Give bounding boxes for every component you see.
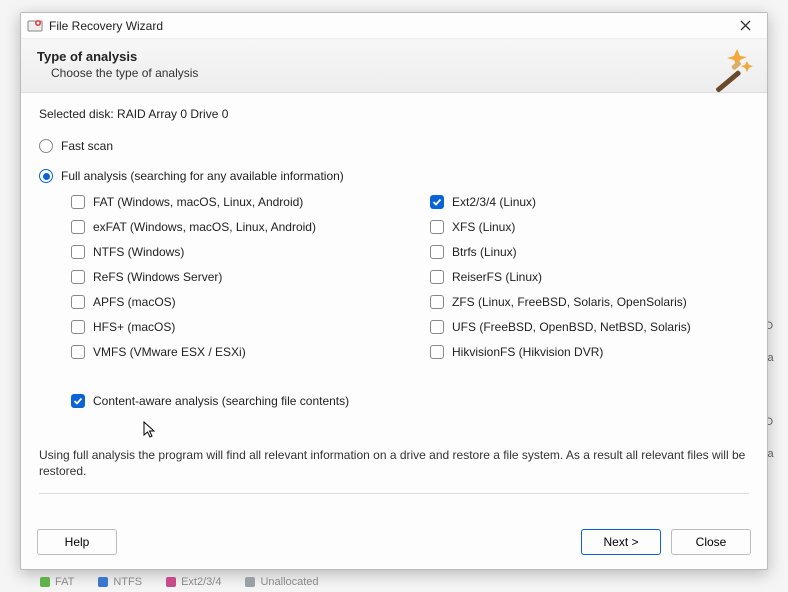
checkbox-fs-right-0[interactable]: Ext2/3/4 (Linux) — [430, 195, 749, 209]
legend-item-0: FAT — [40, 576, 74, 588]
filesystem-column-right: Ext2/3/4 (Linux) XFS (Linux) Btrfs (Linux)… — [430, 195, 749, 370]
checkbox-fs-right-4[interactable]: ZFS (Linux, FreeBSD, Solaris, OpenSolari… — [430, 295, 749, 309]
checkbox-icon — [71, 295, 85, 309]
checkbox-fs-right-2[interactable]: Btrfs (Linux) — [430, 245, 749, 259]
window-title: File Recovery Wizard — [49, 19, 163, 33]
checkbox-icon — [71, 270, 85, 284]
checkbox-icon — [71, 195, 85, 209]
filesystem-column-left: FAT (Windows, macOS, Linux, Android) exFA… — [71, 195, 390, 370]
checkbox-icon — [430, 295, 444, 309]
close-button-footer[interactable]: Close — [671, 529, 751, 555]
checkbox-fs-right-5[interactable]: UFS (FreeBSD, OpenBSD, NetBSD, Solaris) — [430, 320, 749, 334]
checkbox-icon — [71, 394, 85, 408]
checkbox-fs-left-2[interactable]: NTFS (Windows) — [71, 245, 390, 259]
checkbox-fs-left-4[interactable]: APFS (macOS) — [71, 295, 390, 309]
checkbox-label: NTFS (Windows) — [93, 245, 184, 259]
wizard-header: Type of analysis Choose the type of anal… — [21, 39, 767, 93]
checkbox-icon — [430, 245, 444, 259]
checkbox-icon — [430, 195, 444, 209]
next-button[interactable]: Next > — [581, 529, 661, 555]
app-icon — [27, 18, 43, 34]
checkbox-label: ZFS (Linux, FreeBSD, Solaris, OpenSolari… — [452, 295, 687, 309]
titlebar: File Recovery Wizard — [21, 13, 767, 39]
checkbox-fs-left-3[interactable]: ReFS (Windows Server) — [71, 270, 390, 284]
checkbox-label: ReFS (Windows Server) — [93, 270, 222, 284]
checkbox-icon — [71, 245, 85, 259]
legend-swatch — [245, 577, 255, 587]
close-button[interactable] — [729, 15, 761, 37]
file-recovery-wizard-dialog: File Recovery Wizard Type of analysis Ch… — [20, 12, 768, 570]
checkbox-fs-left-6[interactable]: VMFS (VMware ESX / ESXi) — [71, 345, 390, 359]
checkbox-label: ReiserFS (Linux) — [452, 270, 542, 284]
checkbox-fs-left-0[interactable]: FAT (Windows, macOS, Linux, Android) — [71, 195, 390, 209]
partition-legend: FAT NTFS Ext2/3/4 Unallocated — [40, 576, 319, 588]
radio-full-analysis[interactable]: Full analysis (searching for any availab… — [39, 169, 749, 183]
radio-icon — [39, 139, 53, 153]
checkbox-label: XFS (Linux) — [452, 220, 515, 234]
checkbox-fs-right-1[interactable]: XFS (Linux) — [430, 220, 749, 234]
selected-disk-label: Selected disk: RAID Array 0 Drive 0 — [39, 107, 749, 121]
wizard-footer: Help Next > Close — [21, 519, 767, 569]
help-button[interactable]: Help — [37, 529, 117, 555]
header-title: Type of analysis — [37, 49, 751, 64]
legend-label: Ext2/3/4 — [181, 576, 221, 588]
legend-swatch — [166, 577, 176, 587]
checkbox-label: VMFS (VMware ESX / ESXi) — [93, 345, 246, 359]
radio-label: Full analysis (searching for any availab… — [61, 169, 344, 183]
checkbox-icon — [430, 345, 444, 359]
header-subtitle: Choose the type of analysis — [51, 66, 751, 80]
checkbox-fs-left-1[interactable]: exFAT (Windows, macOS, Linux, Android) — [71, 220, 390, 234]
checkbox-fs-right-3[interactable]: ReiserFS (Linux) — [430, 270, 749, 284]
checkbox-fs-right-6[interactable]: HikvisionFS (Hikvision DVR) — [430, 345, 749, 359]
description-text: Using full analysis the program will fin… — [39, 447, 749, 479]
filesystem-grid: FAT (Windows, macOS, Linux, Android) exFA… — [71, 195, 749, 370]
checkbox-icon — [71, 220, 85, 234]
checkbox-label: Content-aware analysis (searching file c… — [93, 394, 349, 408]
checkbox-icon — [71, 345, 85, 359]
checkbox-icon — [430, 220, 444, 234]
legend-item-1: NTFS — [98, 576, 142, 588]
checkbox-label: exFAT (Windows, macOS, Linux, Android) — [93, 220, 316, 234]
legend-item-3: Unallocated — [245, 576, 318, 588]
radio-fast-scan[interactable]: Fast scan — [39, 139, 749, 153]
content-aware-row: Content-aware analysis (searching file c… — [71, 394, 749, 419]
checkbox-icon — [71, 320, 85, 334]
radio-icon — [39, 169, 53, 183]
checkbox-label: HFS+ (macOS) — [93, 320, 175, 334]
legend-swatch — [40, 577, 50, 587]
legend-label: Unallocated — [260, 576, 318, 588]
legend-item-2: Ext2/3/4 — [166, 576, 221, 588]
divider — [39, 493, 749, 494]
checkbox-content-aware[interactable]: Content-aware analysis (searching file c… — [71, 394, 749, 408]
checkbox-label: Ext2/3/4 (Linux) — [452, 195, 536, 209]
checkbox-label: Btrfs (Linux) — [452, 245, 517, 259]
checkbox-label: FAT (Windows, macOS, Linux, Android) — [93, 195, 303, 209]
wizard-content: Selected disk: RAID Array 0 Drive 0 Fast… — [21, 93, 767, 519]
checkbox-fs-left-5[interactable]: HFS+ (macOS) — [71, 320, 390, 334]
wizard-wand-icon — [707, 45, 755, 93]
checkbox-label: UFS (FreeBSD, OpenBSD, NetBSD, Solaris) — [452, 320, 691, 334]
checkbox-label: APFS (macOS) — [93, 295, 176, 309]
legend-label: NTFS — [113, 576, 142, 588]
checkbox-label: HikvisionFS (Hikvision DVR) — [452, 345, 603, 359]
checkbox-icon — [430, 270, 444, 284]
radio-label: Fast scan — [61, 139, 113, 153]
checkbox-icon — [430, 320, 444, 334]
legend-swatch — [98, 577, 108, 587]
legend-label: FAT — [55, 576, 74, 588]
